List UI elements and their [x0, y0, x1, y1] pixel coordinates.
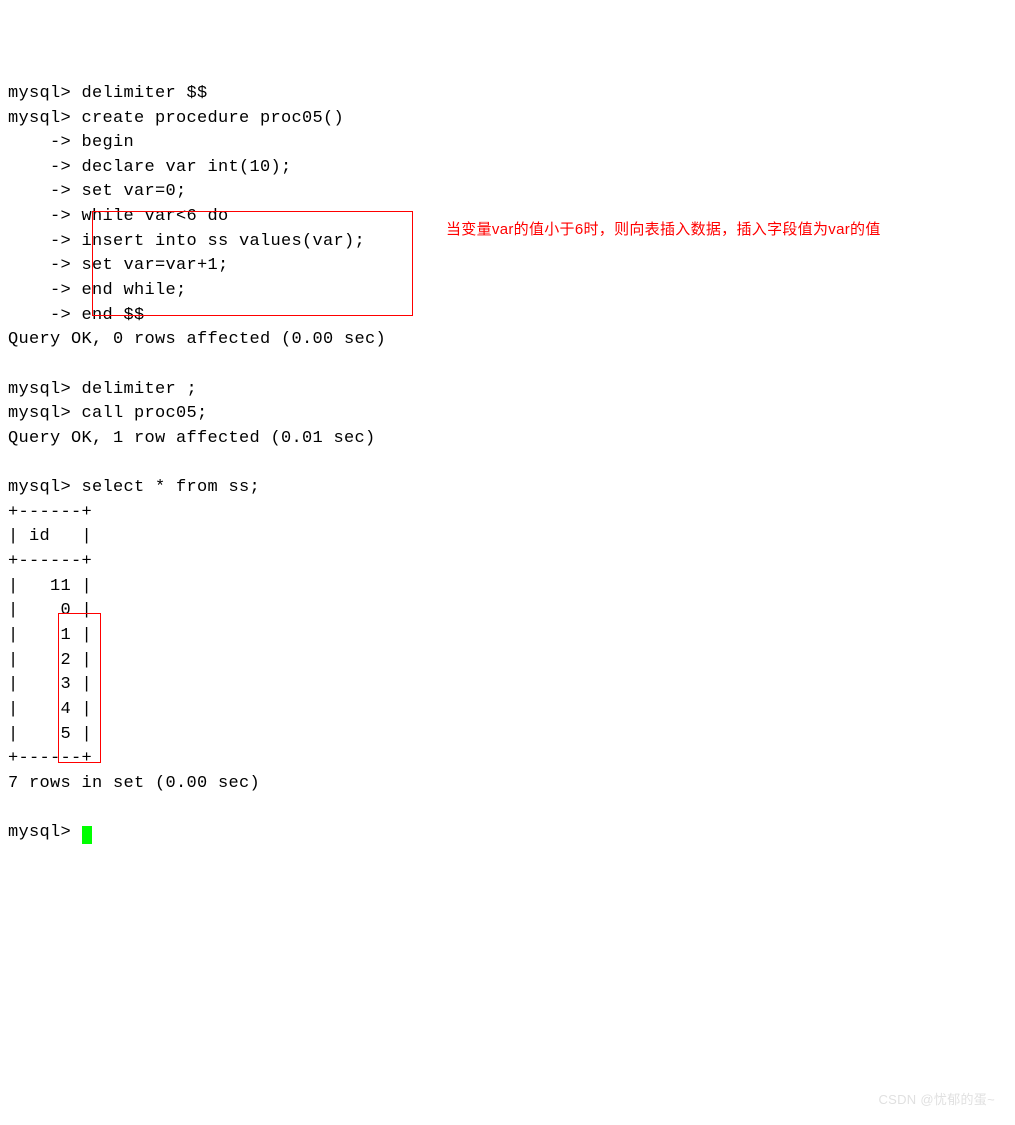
terminal-line: mysql> select * from ss; — [8, 478, 260, 497]
terminal-line: | 4 | — [8, 700, 92, 719]
terminal-line: -> set var=0; — [8, 182, 187, 201]
terminal-line: | 5 | — [8, 725, 92, 744]
terminal-line: -> while var<6 do — [8, 207, 229, 226]
terminal-line: -> set var=var+1; — [8, 256, 229, 275]
terminal-line: | 1 | — [8, 626, 92, 645]
annotation-text: 当变量var的值小于6时，则向表插入数据，插入字段值为var的值 — [446, 219, 881, 241]
terminal-line: -> declare var int(10); — [8, 158, 292, 177]
terminal-line: -> insert into ss values(var); — [8, 232, 365, 251]
terminal-line: | id | — [8, 527, 92, 546]
terminal-prompt[interactable]: mysql> — [8, 823, 82, 842]
terminal-line: mysql> call proc05; — [8, 404, 208, 423]
terminal-line: +------+ — [8, 552, 92, 571]
terminal-line: -> end $$ — [8, 306, 145, 325]
terminal-line: mysql> delimiter ; — [8, 380, 197, 399]
terminal-line: | 3 | — [8, 675, 92, 694]
terminal-output: mysql> delimiter $$ mysql> create proced… — [8, 82, 1007, 944]
terminal-line: mysql> delimiter $$ — [8, 84, 208, 103]
watermark-text: CSDN @忧郁的蛋~ — [878, 1091, 995, 1110]
terminal-line: +------+ — [8, 503, 92, 522]
terminal-line: +------+ — [8, 749, 92, 768]
terminal-line: 7 rows in set (0.00 sec) — [8, 774, 260, 793]
terminal-line: -> begin — [8, 133, 134, 152]
terminal-line: -> end while; — [8, 281, 187, 300]
terminal-line: Query OK, 0 rows affected (0.00 sec) — [8, 330, 386, 349]
terminal-line: | 2 | — [8, 651, 92, 670]
terminal-line: | 11 | — [8, 577, 92, 596]
terminal-line: mysql> create procedure proc05() — [8, 109, 344, 128]
cursor-icon — [82, 826, 92, 844]
terminal-line: Query OK, 1 row affected (0.01 sec) — [8, 429, 376, 448]
terminal-line: | 0 | — [8, 601, 92, 620]
